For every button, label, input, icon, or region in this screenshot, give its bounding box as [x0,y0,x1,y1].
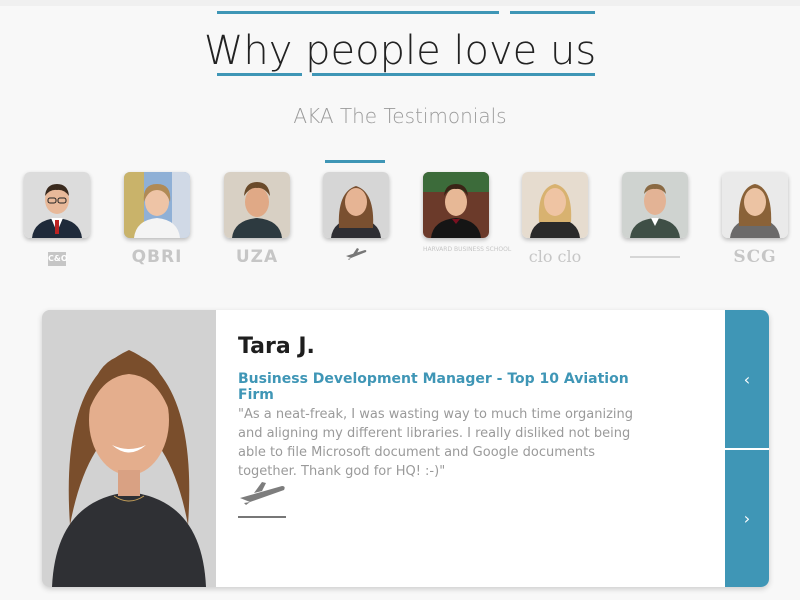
avatar-photo [24,172,90,238]
chevron-left-icon: ‹ [743,369,751,389]
active-avatar-indicator [325,160,385,163]
testimonial-avatar-8[interactable]: SCG [722,172,788,268]
next-testimonial-button[interactable]: › [725,450,769,587]
avatar-photo [722,172,788,238]
page-title: Why people love us [203,28,597,74]
testimonial-avatar-6[interactable]: clo clo [522,172,588,268]
avatar-logo: SCG [733,247,777,267]
avatar-logo [323,246,389,268]
logo-placeholder [630,256,680,258]
testimonial-avatar-4[interactable] [323,172,389,268]
title-top-line-right [510,11,595,14]
title-bottom-line-left [217,73,302,76]
avatar-logo: HARVARD BUSINESS SCHOOL [423,246,512,253]
prev-testimonial-button[interactable]: ‹ [725,310,769,448]
featured-testimonial-card: Tara J. Business Development Manager - T… [42,310,769,587]
testimonial-avatar-7[interactable] [622,172,688,268]
featured-photo [42,310,216,587]
featured-company-logo [238,480,288,518]
testimonial-avatar-3[interactable]: UZA [224,172,290,268]
testimonial-avatar-5[interactable]: HARVARD BUSINESS SCHOOL [423,172,512,268]
testimonial-avatar-1[interactable]: C&O [24,172,90,268]
avatar-photo [124,172,190,238]
logo-underline [238,516,286,518]
title-bottom-line-right [312,73,595,76]
title-top-line-left [217,11,499,14]
avatar-photo [323,172,389,238]
avatar-photo [423,172,489,238]
avatar-photo [224,172,290,238]
featured-content: Tara J. Business Development Manager - T… [238,330,658,481]
avatar-logo: clo clo [528,247,582,266]
avatar-photo [622,172,688,238]
featured-quote: "As a neat-freak, I was wasting way to m… [238,407,634,479]
title-section: Why people love us [0,10,800,80]
featured-name: Tara J. [238,334,315,359]
testimonial-avatar-2[interactable]: QBRI [124,172,190,268]
plane-icon [346,248,367,260]
testimonial-avatar-strip: C&O QBRI UZA HARVARD BUSINESS SCHOOL clo… [0,160,800,270]
plane-icon [240,482,285,505]
top-strip [0,0,800,6]
avatar-photo [522,172,588,238]
avatar-logo: C&O [24,246,90,268]
featured-role: Business Development Manager - Top 10 Av… [238,371,629,403]
page-subtitle: AKA The Testimonials [293,104,507,128]
avatar-logo: UZA [235,247,279,267]
chevron-right-icon: › [743,509,751,528]
avatar-logo [622,246,688,268]
avatar-logo: QBRI [131,247,183,267]
